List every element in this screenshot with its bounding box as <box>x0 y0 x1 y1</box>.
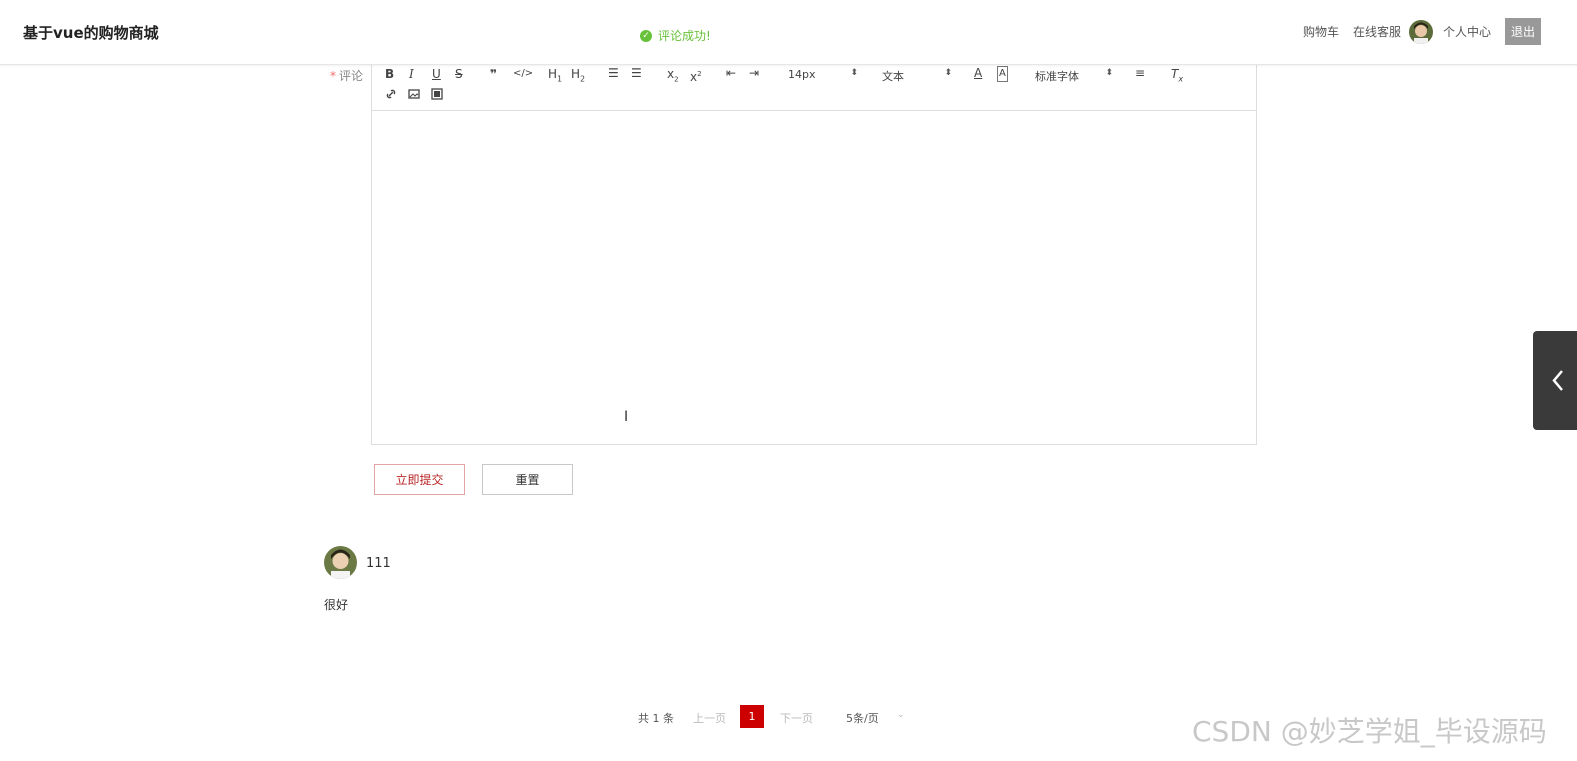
code-block-icon[interactable]: </> <box>513 67 533 81</box>
blockquote-icon[interactable]: ❞ <box>490 67 497 81</box>
reset-button[interactable]: 重置 <box>482 464 573 495</box>
page-size-select[interactable]: 5条/页 <box>846 710 879 726</box>
font-size-select[interactable]: 14px ⬍ <box>788 68 858 81</box>
header1-icon[interactable]: H1 <box>548 67 562 86</box>
top-navbar: 基于vue的购物商城 ✓ 评论成功! 购物车 在线客服 个人中心 退出 <box>0 0 1577 65</box>
success-toast: ✓ 评论成功! <box>640 27 711 44</box>
success-check-icon: ✓ <box>640 29 652 42</box>
font-family-value: 标准字体 <box>1035 70 1079 83</box>
font-family-select[interactable]: 标准字体 ⬍ <box>1035 68 1113 84</box>
editor-content[interactable]: I <box>372 111 1256 444</box>
header2-icon[interactable]: H2 <box>571 67 585 86</box>
video-icon[interactable] <box>431 88 443 103</box>
subscript-icon[interactable]: x2 <box>667 67 679 86</box>
required-mark: * <box>330 69 336 83</box>
superscript-icon[interactable]: x2 <box>690 67 702 84</box>
next-page-button[interactable]: 下一页 <box>780 710 813 726</box>
logout-button[interactable]: 退出 <box>1504 18 1541 45</box>
pagination-total: 共 1 条 <box>638 712 674 725</box>
comment-avatar <box>324 546 357 579</box>
nav-cart-link[interactable]: 购物车 <box>1303 23 1339 40</box>
clean-format-icon[interactable]: Tx <box>1171 67 1183 86</box>
underline-icon[interactable]: U <box>432 67 441 81</box>
page-size-chevron-icon: ⌄ <box>897 710 905 720</box>
comment-label: * 评论 <box>330 67 363 84</box>
background-color-icon[interactable]: A <box>997 66 1008 82</box>
site-title: 基于vue的购物商城 <box>23 24 159 42</box>
indent-icon[interactable]: ⇥ <box>749 66 759 80</box>
submit-button[interactable]: 立即提交 <box>374 464 465 495</box>
comment-username: 111 <box>366 556 391 571</box>
link-icon[interactable] <box>385 88 397 103</box>
ordered-list-icon[interactable]: ☰ <box>608 66 619 80</box>
align-icon[interactable]: ≡ <box>1135 66 1145 80</box>
font-family-chevron-icon: ⬍ <box>1105 68 1113 78</box>
watermark: CSDN @妙芝学姐_毕设源码 <box>1192 715 1547 748</box>
text-color-icon[interactable]: A <box>974 66 982 80</box>
nav-service-link[interactable]: 在线客服 <box>1353 23 1401 40</box>
outdent-icon[interactable]: ⇤ <box>726 66 736 80</box>
user-avatar[interactable] <box>1408 19 1433 44</box>
font-size-chevron-icon: ⬍ <box>850 68 858 78</box>
text-cursor-icon: I <box>624 409 629 425</box>
bullet-list-icon[interactable]: ☰ <box>631 66 642 80</box>
nav-profile-link[interactable]: 个人中心 <box>1443 23 1491 40</box>
toast-message: 评论成功! <box>658 29 711 43</box>
user-nav: 购物车 在线客服 个人中心 退出 <box>1303 18 1541 45</box>
header-select[interactable]: 文本 ⬍ <box>882 68 952 84</box>
comment-label-text: 评论 <box>339 69 364 83</box>
chevron-left-icon <box>1552 370 1563 391</box>
strike-icon[interactable]: S <box>455 67 463 81</box>
editor-toolbar: B I U S ❞ </> H1 H2 ☰ ☰ x2 x2 ⇤ ⇥ 14px ⬍… <box>372 64 1256 111</box>
page-1-button[interactable]: 1 <box>740 705 764 728</box>
header-value: 文本 <box>882 70 904 83</box>
bold-icon[interactable]: B <box>385 67 394 81</box>
rich-text-editor: B I U S ❞ </> H1 H2 ☰ ☰ x2 x2 ⇤ ⇥ 14px ⬍… <box>371 64 1257 445</box>
comment-text: 很好 <box>324 598 349 612</box>
prev-page-button[interactable]: 上一页 <box>693 710 726 726</box>
italic-icon[interactable]: I <box>409 67 414 81</box>
header-chevron-icon: ⬍ <box>944 68 952 78</box>
font-size-value: 14px <box>788 68 816 81</box>
side-panel-toggle[interactable] <box>1533 331 1577 430</box>
image-icon[interactable] <box>408 88 420 103</box>
